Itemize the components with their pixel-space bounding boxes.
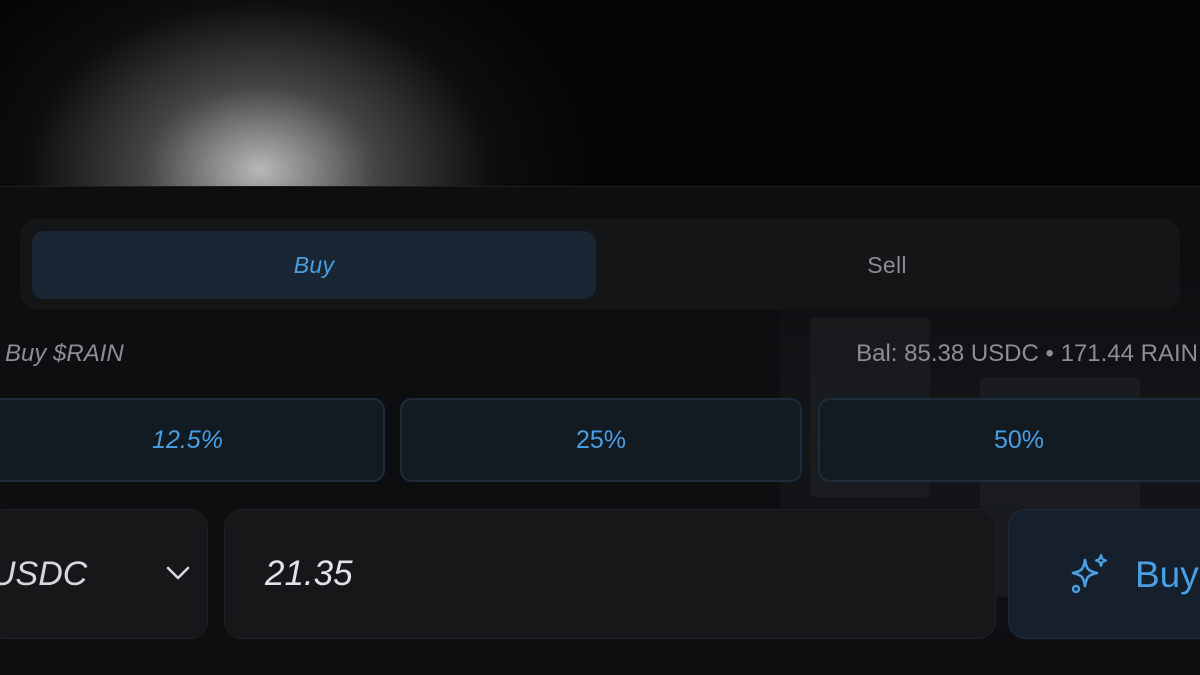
tab-sell[interactable]: Sell [604, 231, 1170, 299]
tab-sell-label: Sell [867, 251, 907, 278]
percent-label: 50% [993, 425, 1045, 454]
amount-value: 21.35 [265, 554, 353, 593]
percent-label: 12.5% [152, 425, 223, 454]
trade-tabs: Buy Sell [20, 219, 1180, 309]
buy-submit-label: Buy [1135, 554, 1199, 595]
buy-title: Buy $RAIN [5, 340, 124, 367]
buy-submit-button[interactable]: Buy [1008, 509, 1200, 639]
token-select-value: USDC [0, 554, 88, 593]
tab-buy[interactable]: Buy [32, 231, 596, 299]
percent-button-25[interactable]: 25% [400, 398, 802, 482]
trade-panel: Buy Sell Buy $RAIN Bal: 85.38 USDC • 171… [0, 186, 1200, 675]
chevron-down-icon [166, 566, 190, 580]
percent-button-50[interactable]: 50% [818, 398, 1200, 482]
amount-input[interactable]: 21.35 [224, 509, 996, 639]
percent-label: 25% [575, 425, 627, 454]
token-select[interactable]: USDC [0, 509, 208, 639]
balance-text: Bal: 85.38 USDC • 171.44 RAIN [856, 340, 1198, 367]
app-stage: Buy Sell Buy $RAIN Bal: 85.38 USDC • 171… [0, 0, 1200, 675]
tab-buy-label: Buy [293, 251, 335, 278]
percent-button-12-5[interactable]: 12.5% [0, 398, 385, 482]
sparkle-icon [1071, 553, 1108, 594]
